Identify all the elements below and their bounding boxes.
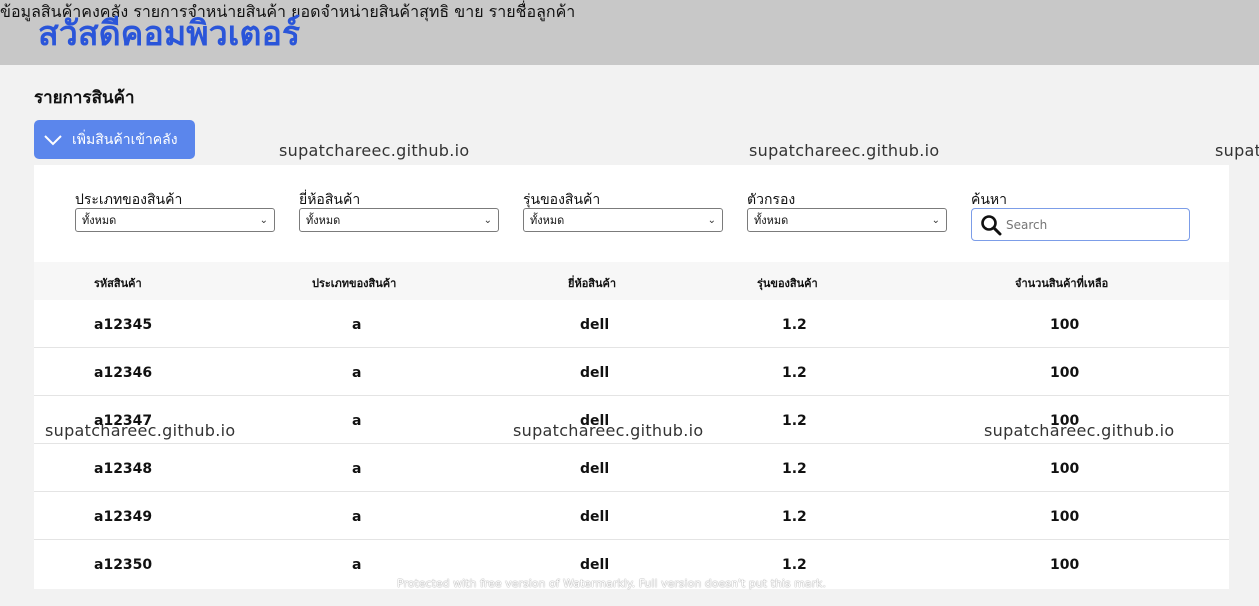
cell-stock: 100 [1050, 365, 1080, 381]
col-model: รุ่นของสินค้า [757, 277, 818, 290]
search-box[interactable] [971, 208, 1190, 241]
table-row: a12346 a dell 1.2 100 [34, 348, 1229, 396]
chevron-down-icon: ⌄ [259, 214, 268, 226]
cell-model: 1.2 [782, 557, 807, 573]
cell-stock: 100 [1050, 413, 1080, 429]
table-header: รหัสสินค้า ประเภทของสินค้า ยี่ห้อสินค้า … [34, 262, 1229, 300]
filter-sort: ตัวกรอง ทั้งหมด ⌄ [747, 189, 947, 232]
filter-sort-label: ตัวกรอง [747, 192, 796, 208]
category-select[interactable]: ทั้งหมด ⌄ [75, 208, 275, 232]
cell-product-id: a12350 [94, 557, 153, 573]
table-row: a12349 a dell 1.2 100 [34, 492, 1229, 540]
table-row: a12345 a dell 1.2 100 [34, 300, 1229, 348]
watermark-text: supatchareec.github.io [279, 141, 470, 160]
cell-stock: 100 [1050, 509, 1080, 525]
table-row: a12347 a dell 1.2 100 [34, 396, 1229, 444]
product-panel: ประเภทของสินค้า ทั้งหมด ⌄ ยี่ห้อสินค้า ทั… [34, 165, 1229, 589]
cell-stock: 100 [1050, 317, 1080, 333]
cell-product-id: a12345 [94, 317, 153, 333]
cell-category: a [352, 317, 362, 333]
top-navbar: สวัสดีคอมพิวเตอร์ ข้อมูลสินค้าคงคลัง ราย… [0, 0, 1259, 65]
brand-select[interactable]: ทั้งหมด ⌄ [299, 208, 499, 232]
cell-brand: dell [580, 509, 610, 525]
cell-category: a [352, 413, 362, 429]
cell-product-id: a12348 [94, 461, 153, 477]
model-select[interactable]: ทั้งหมด ⌄ [523, 208, 723, 232]
nav-customers[interactable]: รายชื่อลูกค้า [489, 2, 576, 21]
cell-product-id: a12346 [94, 365, 153, 381]
watermark-text: supat [1215, 141, 1259, 160]
brand-logo[interactable]: สวัสดีคอมพิวเตอร์ [38, 6, 300, 60]
cell-brand: dell [580, 317, 610, 333]
cell-stock: 100 [1050, 557, 1080, 573]
col-brand: ยี่ห้อสินค้า [568, 277, 617, 290]
cell-model: 1.2 [782, 413, 807, 429]
chevron-down-icon: ⌄ [931, 214, 940, 226]
chevron-down-icon: ⌄ [707, 214, 716, 226]
sort-select[interactable]: ทั้งหมด ⌄ [747, 208, 947, 232]
add-product-button[interactable]: เพิ่มสินค้าเข้าคลัง [34, 120, 195, 159]
cell-category: a [352, 461, 362, 477]
cell-brand: dell [580, 461, 610, 477]
chevron-down-icon [44, 134, 62, 145]
filter-model-label: รุ่นของสินค้า [523, 192, 601, 208]
cell-model: 1.2 [782, 317, 807, 333]
page-title: รายการสินค้า [34, 88, 135, 108]
col-category: ประเภทของสินค้า [312, 277, 397, 290]
cell-category: a [352, 557, 362, 573]
filter-search: ค้นหา [971, 189, 1190, 241]
filter-brand: ยี่ห้อสินค้า ทั้งหมด ⌄ [299, 189, 499, 232]
add-product-label: เพิ่มสินค้าเข้าคลัง [72, 130, 178, 147]
col-product-id: รหัสสินค้า [94, 277, 142, 290]
cell-product-id: a12349 [94, 509, 153, 525]
nav-sell[interactable]: ขาย [454, 2, 483, 21]
cell-brand: dell [580, 413, 610, 429]
filter-category: ประเภทของสินค้า ทั้งหมด ⌄ [75, 189, 275, 232]
cell-brand: dell [580, 365, 610, 381]
nav-net-sales[interactable]: ยอดจำหน่ายสินค้าสุทธิ [291, 2, 449, 21]
cell-model: 1.2 [782, 365, 807, 381]
cell-stock: 100 [1050, 461, 1080, 477]
chevron-down-icon: ⌄ [483, 214, 492, 226]
cell-category: a [352, 509, 362, 525]
watermark-text: supatchareec.github.io [749, 141, 940, 160]
cell-model: 1.2 [782, 509, 807, 525]
filter-model: รุ่นของสินค้า ทั้งหมด ⌄ [523, 189, 723, 232]
cell-category: a [352, 365, 362, 381]
watermark-footer: Protected with free version of Watermark… [397, 577, 826, 590]
table-row: a12348 a dell 1.2 100 [34, 444, 1229, 492]
cell-model: 1.2 [782, 461, 807, 477]
search-icon [981, 214, 1002, 235]
filter-category-label: ประเภทของสินค้า [75, 192, 183, 208]
col-stock: จำนวนสินค้าที่เหลือ [1015, 277, 1109, 290]
cell-product-id: a12347 [94, 413, 153, 429]
search-input[interactable] [1006, 217, 1176, 232]
filter-brand-label: ยี่ห้อสินค้า [299, 192, 361, 208]
cell-brand: dell [580, 557, 610, 573]
search-label: ค้นหา [971, 192, 1008, 208]
